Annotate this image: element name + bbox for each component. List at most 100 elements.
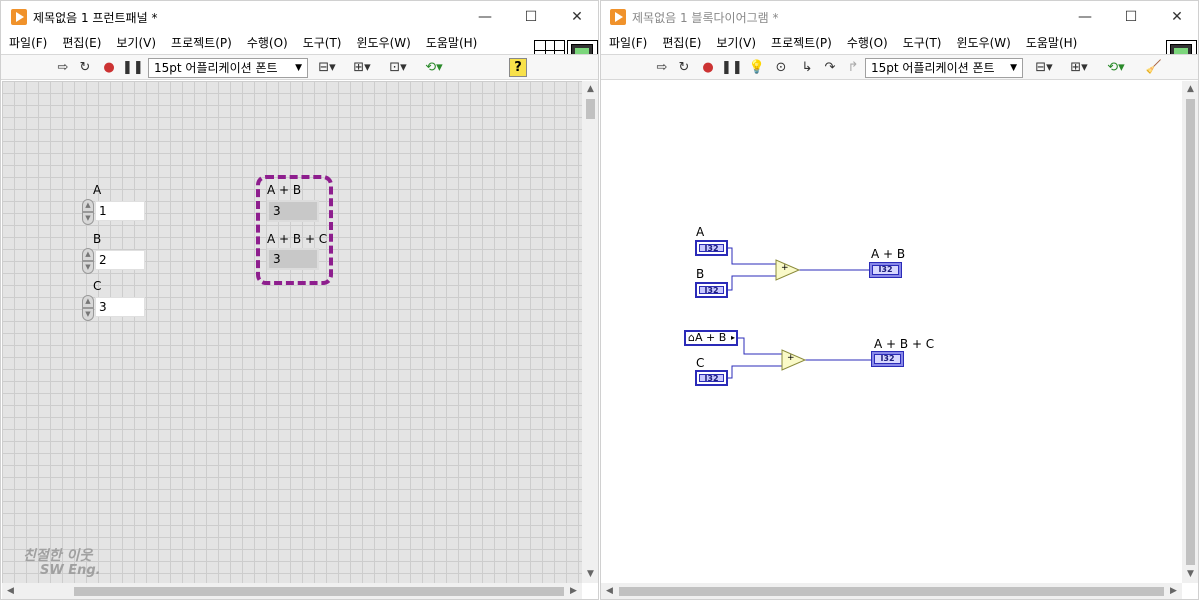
minimize-button[interactable]: — [1062,1,1108,33]
retain-wire-values-icon[interactable]: ⊙ [771,58,791,78]
step-over-icon[interactable]: ↷ [820,58,840,78]
distribute-objects-icon[interactable]: ⊞▾ [349,58,375,78]
font-select[interactable]: 15pt 어플리케이션 폰트 ▼ [148,58,308,78]
indicator-label-a-plus-b: A + B [267,183,302,197]
block-diagram-toolbar: ⇨ ↻ ● ❚❚ 💡 ⊙ ↳ ↷ ↱ 15pt 어플리케이션 폰트 ▼ ⊟▾ ⊞▾… [601,54,1198,80]
menu-help[interactable]: 도움말(H) [1018,33,1085,53]
terminal-b-control[interactable]: I32 [695,282,728,298]
scroll-right-icon[interactable]: ▶ [565,583,582,599]
terminal-a-plus-b-plus-c-indicator[interactable]: I32 [871,351,904,367]
clean-up-diagram-icon[interactable]: 🧹 [1143,58,1165,78]
scroll-left-icon[interactable]: ◀ [2,583,19,599]
labview-app-icon [610,9,626,25]
block-diagram-titlebar[interactable]: 제목없음 1 블록다이어그램 * — ☐ ✕ [601,1,1198,33]
minimize-button[interactable]: — [462,1,508,33]
context-help-icon[interactable]: ? [509,58,527,77]
run-continuously-icon[interactable]: ↻ [675,58,693,78]
block-diagram-window: 제목없음 1 블록다이어그램 * — ☐ ✕ 파일(F) 편집(E) 보기(V)… [600,0,1199,600]
block-diagram-canvas[interactable]: + + A I32 B I32 A + B I32 ⌂A + B ▸ C I32 … [601,81,1182,583]
pause-icon[interactable]: ❚❚ [721,58,743,78]
indicator-label-a-plus-b-plus-c: A + B + C [267,232,328,246]
step-out-icon[interactable]: ↱ [843,58,863,78]
menu-tools[interactable]: 도구(T) [895,33,949,53]
scroll-up-icon[interactable]: ▲ [1182,81,1198,98]
add-node-1-symbol: + [781,263,789,273]
maximize-button[interactable]: ☐ [1108,1,1154,33]
vertical-scrollbar[interactable]: ▲ ▼ [1182,81,1198,583]
increment-decrement-icon[interactable]: ▲ ▼ [82,295,94,321]
menu-view[interactable]: 보기(V) [108,33,163,53]
numeric-value-a[interactable]: 1 [95,201,145,221]
scroll-left-icon[interactable]: ◀ [601,583,618,599]
menu-help[interactable]: 도움말(H) [418,33,485,53]
control-label-b: B [93,232,102,246]
labview-app-icon [11,9,27,25]
terminal-label-a: A [696,225,705,239]
close-button[interactable]: ✕ [1154,1,1198,33]
terminal-label-a-plus-b: A + B [871,247,906,261]
indicator-a-plus-b-plus-c: 3 [267,248,319,270]
horizontal-scrollbar[interactable]: ◀ ▶ [2,583,582,599]
align-objects-icon[interactable]: ⊟▾ [314,58,340,78]
align-objects-icon[interactable]: ⊟▾ [1031,58,1057,78]
highlight-execution-icon[interactable]: 💡 [748,58,766,78]
menu-project[interactable]: 프로젝트(P) [163,33,239,53]
wire-local-var [738,337,782,355]
terminal-a-plus-b-indicator[interactable]: I32 [869,262,902,278]
run-continuously-icon[interactable]: ↻ [76,58,94,78]
front-panel-canvas[interactable]: A ▲ ▼ 1 B ▲ ▼ 2 C ▲ ▼ 3 A + B 3 A + B + C 3… [2,81,582,583]
menu-window[interactable]: 윈도우(W) [948,33,1017,53]
menu-file[interactable]: 파일(F) [601,33,654,53]
menu-edit[interactable]: 편집(E) [54,33,108,53]
reorder-icon[interactable]: ⟲▾ [421,58,447,78]
scroll-down-icon[interactable]: ▼ [1182,566,1198,583]
abort-icon[interactable]: ● [100,58,118,78]
terminal-c-control[interactable]: I32 [695,370,728,386]
scroll-up-icon[interactable]: ▲ [582,81,598,98]
abort-icon[interactable]: ● [699,58,717,78]
control-label-a: A [93,183,102,197]
vertical-scrollbar[interactable]: ▲ ▼ [582,81,598,583]
font-select[interactable]: 15pt 어플리케이션 폰트 ▼ [865,58,1023,78]
menu-file[interactable]: 파일(F) [1,33,54,53]
close-button[interactable]: ✕ [554,1,598,33]
terminal-a-control[interactable]: I32 [695,240,728,256]
menu-operate[interactable]: 수행(O) [239,33,295,53]
front-panel-window: 제목없음 1 프런트패널 * — ☐ ✕ 파일(F) 편집(E) 보기(V) 프… [0,0,599,600]
add-node-2-symbol: + [787,353,795,363]
step-into-icon[interactable]: ↳ [797,58,817,78]
scroll-right-icon[interactable]: ▶ [1165,583,1182,599]
chevron-down-icon: ▼ [1010,63,1017,73]
numeric-value-c[interactable]: 3 [95,297,145,317]
pause-icon[interactable]: ❚❚ [122,58,144,78]
maximize-button[interactable]: ☐ [508,1,554,33]
numeric-control-b[interactable]: ▲ ▼ 2 [82,248,146,274]
local-variable-a-plus-b[interactable]: ⌂A + B ▸ [684,330,738,346]
increment-decrement-icon[interactable]: ▲ ▼ [82,248,94,274]
horizontal-scrollbar[interactable]: ◀ ▶ [601,583,1182,599]
block-diagram-menubar: 파일(F) 편집(E) 보기(V) 프로젝트(P) 수행(O) 도구(T) 윈도… [601,33,1084,53]
control-label-c: C [93,279,102,293]
run-arrow-icon[interactable]: ⇨ [54,58,72,78]
menu-window[interactable]: 윈도우(W) [348,33,417,53]
menu-view[interactable]: 보기(V) [708,33,763,53]
increment-decrement-icon[interactable]: ▲ ▼ [82,199,94,225]
numeric-control-a[interactable]: ▲ ▼ 1 [82,199,146,225]
front-panel-titlebar[interactable]: 제목없음 1 프런트패널 * — ☐ ✕ [1,1,598,33]
distribute-objects-icon[interactable]: ⊞▾ [1066,58,1092,78]
scroll-down-icon[interactable]: ▼ [582,566,598,583]
reorder-icon[interactable]: ⟲▾ [1103,58,1129,78]
menu-project[interactable]: 프로젝트(P) [763,33,839,53]
menu-edit[interactable]: 편집(E) [654,33,708,53]
numeric-control-c[interactable]: ▲ ▼ 3 [82,295,146,321]
front-panel-title: 제목없음 1 프런트패널 * [33,11,158,25]
menu-operate[interactable]: 수행(O) [839,33,895,53]
numeric-value-b[interactable]: 2 [95,250,145,270]
block-diagram-title: 제목없음 1 블록다이어그램 * [632,11,779,25]
terminal-label-b: B [696,267,705,281]
resize-objects-icon[interactable]: ⊡▾ [385,58,411,78]
terminal-label-c: C [696,356,705,370]
chevron-down-icon: ▼ [295,63,302,73]
run-arrow-icon[interactable]: ⇨ [653,58,671,78]
menu-tools[interactable]: 도구(T) [295,33,349,53]
